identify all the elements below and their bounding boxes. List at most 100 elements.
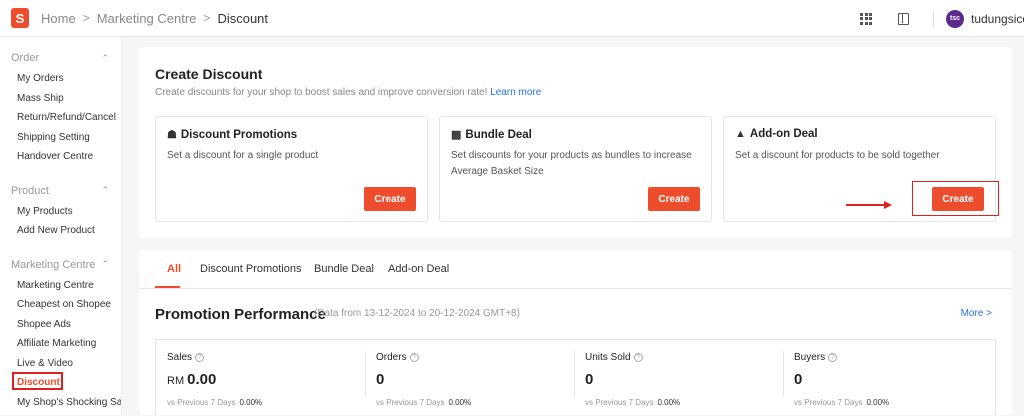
help-icon[interactable]: ?: [633, 353, 643, 362]
currency: RM: [167, 375, 185, 387]
sidebar-item-handover-centre[interactable]: Handover Centre: [0, 147, 121, 167]
metric-label-text: Orders: [376, 352, 407, 363]
sidebar: Order ⌃ My Orders Mass Ship Return/Refun…: [0, 37, 122, 415]
avatar[interactable]: tsc: [946, 9, 964, 28]
date-range: (Data from 13-12-2024 to 20-12-2024 GMT+…: [314, 308, 520, 319]
tab-bar: All Discount Promotions Bundle Deal Add-…: [139, 250, 1012, 289]
bundle-icon: ▩: [451, 129, 462, 141]
sidebar-item-mass-ship[interactable]: Mass Ship: [0, 89, 121, 109]
metric-comparison: vs Previous 7 Days 0.00%: [376, 398, 471, 407]
deal-description: Set a discount for a single product: [167, 150, 319, 161]
metric-label: Buyers ?: [794, 352, 838, 363]
book-icon[interactable]: [898, 12, 909, 25]
promotion-performance-card: All Discount Promotions Bundle Deal Add-…: [139, 250, 1012, 415]
comparison-value: 0.00%: [657, 398, 681, 407]
sidebar-item-marketing-centre[interactable]: Marketing Centre: [0, 276, 121, 296]
sidebar-group-header[interactable]: Order ⌃: [0, 51, 121, 65]
breadcrumb: Home > Marketing Centre > Discount: [41, 11, 268, 26]
active-tab-indicator: [155, 286, 180, 288]
sidebar-group-title: Marketing Centre: [11, 258, 96, 271]
deal-description: Set discounts for your products as bundl…: [451, 150, 692, 177]
sidebar-group-title: Order: [11, 52, 40, 64]
shopping-bag-icon: ▲: [735, 128, 746, 140]
annotation-highlight-box: [12, 372, 63, 390]
comparison-label: vs Previous 7 Days: [167, 398, 236, 407]
top-bar: S Home > Marketing Centre > Discount tsc…: [0, 0, 1024, 37]
arrow-right-icon: [884, 201, 892, 209]
sidebar-item-shipping-setting[interactable]: Shipping Setting: [0, 128, 121, 148]
chevron-up-icon[interactable]: ⌃: [101, 185, 109, 196]
metric-comparison: vs Previous 7 Days 0.00%: [167, 398, 262, 407]
sidebar-item-cheapest-on-shopee[interactable]: Cheapest on Shopee: [0, 295, 121, 315]
sidebar-item-affiliate-marketing[interactable]: Affiliate Marketing: [0, 334, 121, 354]
tab-discount-promotions[interactable]: Discount Promotions: [200, 263, 302, 275]
chevron-right-icon: >: [203, 11, 211, 25]
comparison-value: 0.00%: [448, 398, 472, 407]
sidebar-group-title: Product: [11, 184, 49, 197]
subtitle-text: Create discounts for your shop to boost …: [155, 87, 488, 98]
metric-comparison: vs Previous 7 Days 0.00%: [794, 398, 889, 407]
apps-grid-icon[interactable]: [860, 12, 872, 25]
deal-title-text: Bundle Deal: [465, 128, 532, 141]
metric-value: 0: [585, 371, 594, 388]
metric-units-sold: Units Sold ? 0 vs Previous 7 Days 0.00%: [574, 340, 783, 416]
metric-value: 0: [794, 371, 803, 388]
create-discount-card: Create Discount Create discounts for you…: [139, 47, 1012, 238]
sidebar-item-my-orders[interactable]: My Orders: [0, 69, 121, 89]
create-discount-promotions-button[interactable]: Create: [364, 187, 416, 211]
breadcrumb-marketing-centre[interactable]: Marketing Centre: [97, 11, 197, 26]
sidebar-group-order: Order ⌃ My Orders Mass Ship Return/Refun…: [0, 51, 121, 167]
sidebar-item-add-new-product[interactable]: Add New Product: [0, 221, 121, 241]
metric-value: 0: [376, 371, 385, 388]
breadcrumb-home[interactable]: Home: [41, 11, 76, 26]
metric-label-text: Units Sold: [585, 352, 631, 363]
comparison-label: vs Previous 7 Days: [794, 398, 863, 407]
breadcrumb-discount: Discount: [217, 10, 269, 26]
tab-add-on-deal[interactable]: Add-on Deal: [388, 263, 449, 275]
chevron-up-icon[interactable]: ⌃: [101, 259, 109, 270]
metric-buyers: Buyers ? 0 vs Previous 7 Days 0.00%: [783, 340, 992, 416]
more-link[interactable]: More >: [961, 308, 992, 319]
help-icon[interactable]: ?: [828, 353, 838, 362]
comparison-value: 0.00%: [239, 398, 263, 407]
sidebar-item-shocking-sale[interactable]: My Shop's Shocking Sale: [0, 393, 121, 413]
metric-label: Orders ?: [376, 352, 419, 363]
sidebar-group-header[interactable]: Product ⌃: [0, 184, 121, 198]
metric-orders: Orders ? 0 vs Previous 7 Days 0.00%: [365, 340, 574, 416]
deal-description: Set a discount for products to be sold t…: [735, 150, 940, 161]
deal-title: ☗ Discount Promotions: [167, 128, 298, 142]
page-title: Create Discount: [155, 66, 263, 82]
comparison-label: vs Previous 7 Days: [376, 398, 445, 407]
create-subtitle: Create discounts for your shop to boost …: [155, 87, 541, 98]
annotation-highlight-box: [912, 181, 999, 216]
learn-more-link[interactable]: Learn more: [490, 87, 541, 98]
deal-title-text: Discount Promotions: [180, 128, 298, 141]
create-bundle-deal-button[interactable]: Create: [648, 187, 700, 211]
metric-label-text: Buyers: [794, 352, 826, 363]
sidebar-item-return-refund[interactable]: Return/Refund/Cancel: [0, 108, 121, 128]
metric-label-text: Sales: [167, 352, 193, 363]
divider: [933, 10, 934, 27]
metric-value: RM 0.00: [167, 371, 216, 388]
sidebar-item-live-video[interactable]: Live & Video: [0, 354, 121, 374]
sidebar-item-shopee-ads[interactable]: Shopee Ads: [0, 315, 121, 335]
tab-all[interactable]: All: [167, 263, 181, 275]
comparison-value: 0.00%: [866, 398, 890, 407]
sidebar-group-header[interactable]: Marketing Centre ⌃: [0, 258, 121, 272]
deal-title-text: Add-on Deal: [749, 128, 818, 140]
sidebar-item-my-products[interactable]: My Products: [0, 202, 121, 222]
shopee-logo-icon[interactable]: S: [11, 8, 29, 28]
username[interactable]: tudungsicom: [971, 12, 1024, 26]
deal-card-bundle-deal: ▩ Bundle Deal Set discounts for your pro…: [439, 116, 712, 222]
tab-bundle-deal[interactable]: Bundle Deal: [314, 263, 374, 275]
chevron-right-icon: >: [82, 11, 90, 25]
sidebar-group-product: Product ⌃ My Products Add New Product: [0, 184, 121, 241]
help-icon[interactable]: ?: [409, 353, 419, 362]
deal-card-discount-promotions: ☗ Discount Promotions Set a discount for…: [155, 116, 428, 222]
metric-label: Sales ?: [167, 352, 205, 363]
section-title: Promotion Performance: [155, 306, 326, 323]
metric-comparison: vs Previous 7 Days 0.00%: [585, 398, 680, 407]
help-icon[interactable]: ?: [195, 353, 205, 362]
chevron-up-icon[interactable]: ⌃: [101, 53, 109, 64]
comparison-label: vs Previous 7 Days: [585, 398, 654, 407]
